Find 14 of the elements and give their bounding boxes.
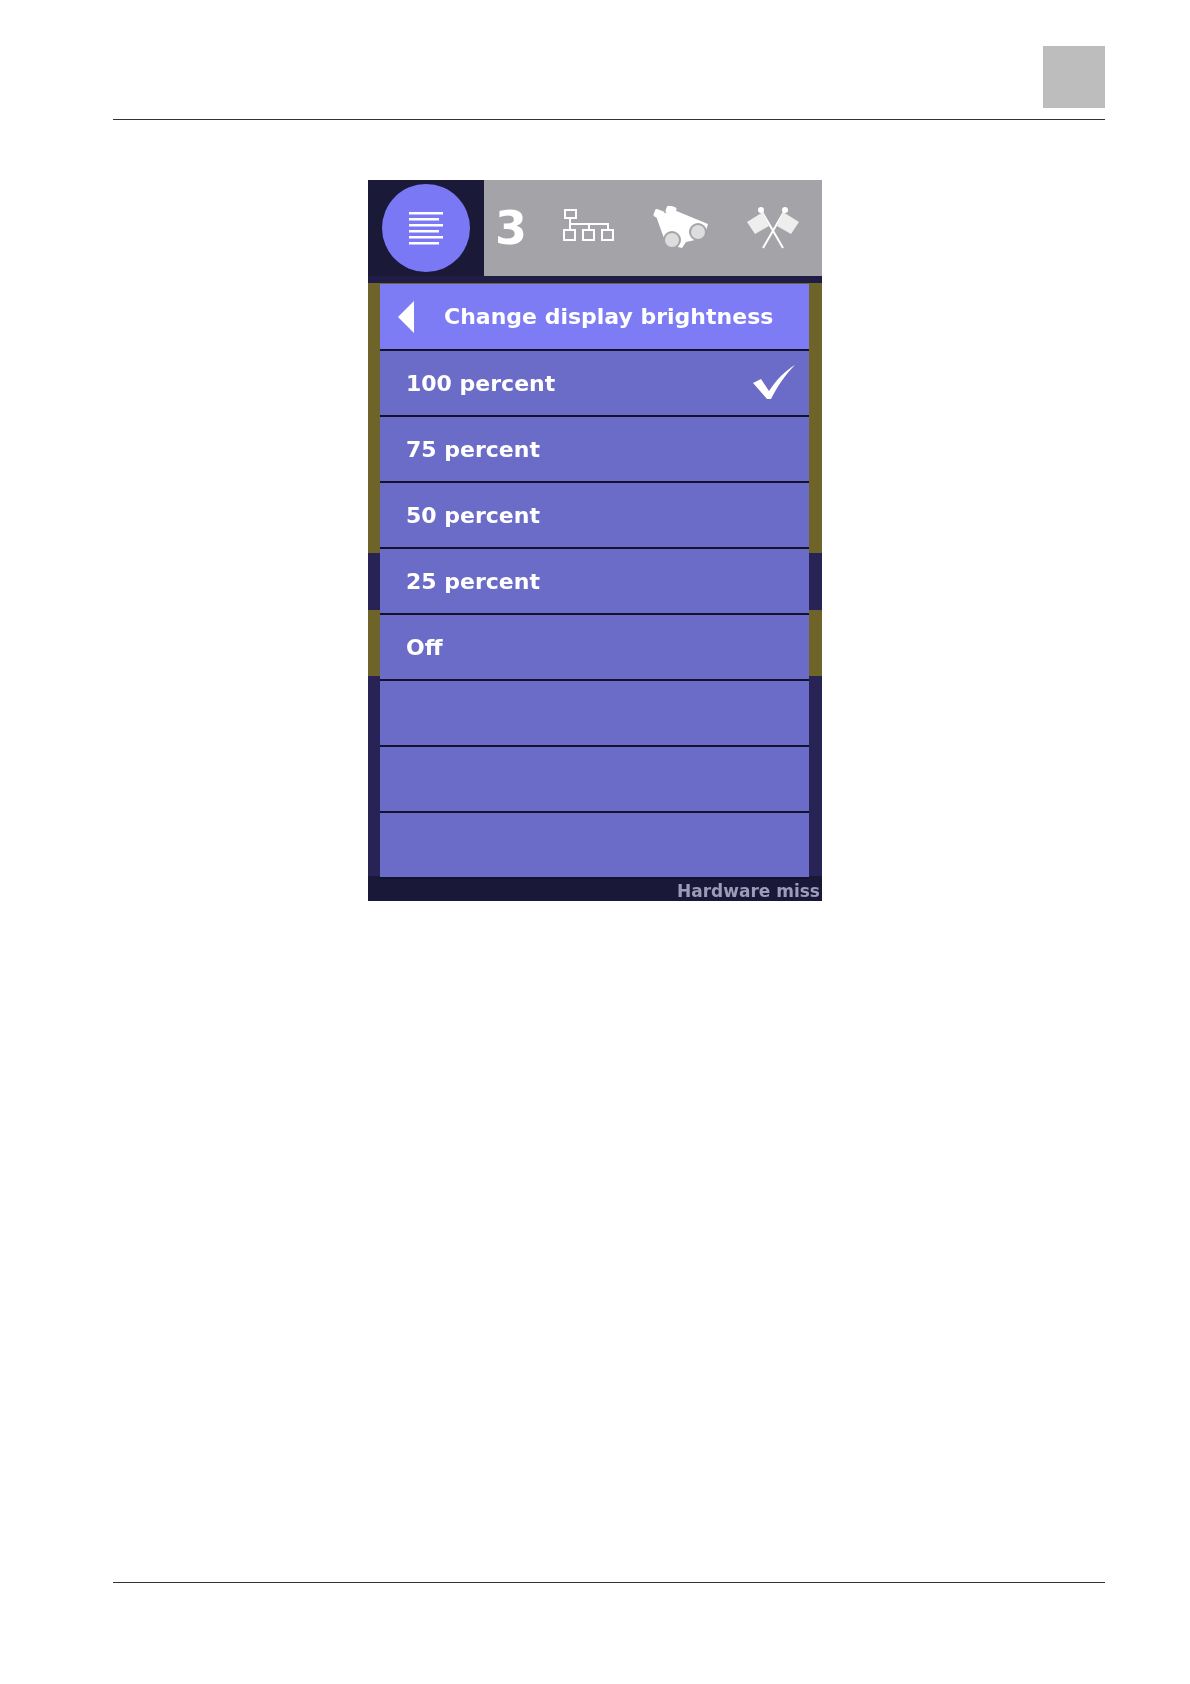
page-marker — [1043, 46, 1105, 108]
menu-icon — [407, 210, 445, 246]
menu-item[interactable]: Off — [380, 615, 809, 681]
empty-menu-item[interactable] — [380, 681, 809, 747]
status-text: Hardware miss — [676, 883, 820, 900]
menu-item[interactable]: 25 percent — [380, 549, 809, 615]
empty-menu-item[interactable] — [380, 747, 809, 813]
menu-title: Change display brightness — [444, 304, 774, 329]
menu-item[interactable]: 50 percent — [380, 483, 809, 549]
menu-item[interactable]: 75 percent — [380, 417, 809, 483]
back-arrow-icon[interactable] — [398, 300, 416, 333]
count-tab[interactable]: 3 — [484, 180, 538, 276]
menu-item[interactable]: 100 percent — [380, 351, 809, 417]
empty-menu-item[interactable] — [380, 813, 809, 879]
